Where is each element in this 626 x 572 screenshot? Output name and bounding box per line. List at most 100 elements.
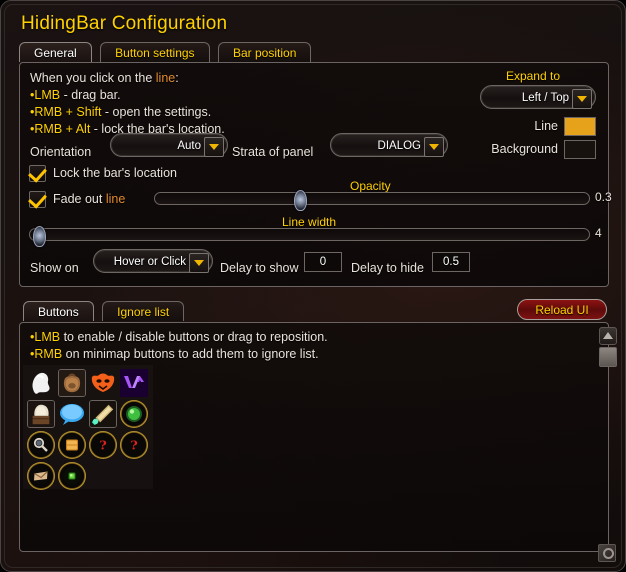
expand-to-dropdown[interactable]: Left / Top	[480, 85, 596, 109]
delay-to-show-input[interactable]: 0	[304, 252, 342, 272]
strata-value: DIALOG	[377, 140, 421, 152]
tab-bar-position[interactable]: Bar position	[218, 42, 312, 62]
icon-art	[32, 467, 50, 485]
question-mark-icon-2[interactable]: ?	[120, 431, 148, 459]
line-width-slider-thumb[interactable]	[33, 226, 47, 247]
orange-demon-head-icon[interactable]	[89, 369, 117, 397]
green-gem-icon[interactable]	[58, 462, 86, 490]
icon-art	[125, 405, 143, 423]
tab-ignore-list[interactable]: Ignore list	[102, 301, 185, 321]
icon-ring	[27, 431, 55, 459]
opacity-slider[interactable]	[154, 190, 590, 211]
tab-buttons[interactable]: Buttons	[23, 301, 94, 321]
opacity-value: 0.3	[595, 190, 612, 204]
icon-ring	[58, 462, 86, 490]
scroll-up-button[interactable]	[599, 327, 617, 345]
reload-ui-button[interactable]: Reload UI	[517, 299, 607, 320]
icon-art	[27, 400, 55, 428]
icon-ring	[27, 462, 55, 490]
orientation-dropdown[interactable]: Auto	[110, 133, 228, 157]
blue-chat-bubble-icon[interactable]	[58, 400, 86, 428]
chevron-down-icon[interactable]	[189, 253, 209, 273]
fade-out-checkbox[interactable]	[29, 191, 46, 208]
icon-art	[63, 436, 81, 454]
expand-to-label: Expand to	[505, 69, 560, 83]
scrollbar-thumb[interactable]	[599, 347, 617, 367]
icon-art	[58, 369, 86, 397]
general-settings-panel: When you click on the line: •LMB - drag …	[19, 62, 612, 287]
icon-ring	[58, 431, 86, 459]
icon-art: ?	[94, 436, 112, 454]
background-color-label: Background	[491, 142, 558, 156]
tab-button-settings[interactable]: Button settings	[100, 42, 210, 62]
orientation-label: Orientation	[30, 145, 92, 159]
purple-va-logo-icon[interactable]	[120, 369, 148, 397]
icon-art	[89, 369, 117, 397]
opacity-label: Opacity	[350, 179, 391, 193]
bottom-tab-strip: Buttons Ignore list	[23, 301, 188, 322]
line-width-value: 4	[595, 226, 602, 240]
resize-grip-icon[interactable]	[598, 544, 616, 562]
help-intro-prefix: When you click on the	[30, 71, 156, 85]
lock-location-checkbox[interactable]	[29, 165, 46, 182]
delay-to-hide-label: Delay to hide	[351, 261, 424, 275]
magnifying-glass-icon[interactable]	[27, 431, 55, 459]
icon-art	[32, 436, 50, 454]
help-key: LMB	[34, 330, 61, 344]
icon-art	[27, 369, 55, 397]
line-color-swatch[interactable]	[564, 117, 596, 136]
orientation-value: Auto	[177, 140, 201, 152]
green-orb-icon[interactable]	[120, 400, 148, 428]
minimap-button-grid: ??	[23, 365, 153, 490]
icon-art	[58, 400, 86, 428]
icon-art	[63, 467, 81, 485]
help-rest: - drag bar.	[60, 88, 121, 102]
page-title: HidingBar Configuration	[21, 13, 228, 34]
chevron-down-icon[interactable]	[424, 137, 444, 157]
parchment-scroll-icon[interactable]	[27, 400, 55, 428]
gem-rod-icon[interactable]	[89, 400, 117, 428]
tab-general[interactable]: General	[19, 42, 92, 62]
strata-dropdown[interactable]: DIALOG	[330, 133, 448, 157]
line-width-label: Line width	[282, 215, 337, 229]
leather-bag-icon[interactable]	[58, 369, 86, 397]
question-mark-icon[interactable]: ?	[89, 431, 117, 459]
top-tab-strip: General Button settings Bar position	[19, 42, 315, 63]
icon-art	[89, 400, 117, 428]
help-key: RMB	[34, 347, 63, 361]
help-line-rmb-shift: •RMB + Shift - open the settings.	[30, 105, 211, 119]
fade-out-label-keyword: line	[105, 192, 126, 206]
show-on-value: Hover or Click	[113, 256, 186, 268]
svg-text:?: ?	[130, 438, 137, 453]
icon-ring: ?	[120, 431, 148, 459]
show-on-dropdown[interactable]: Hover or Click	[93, 249, 213, 273]
tan-letter-icon[interactable]	[27, 462, 55, 490]
buttons-help-lmb: •LMB to enable / disable buttons or drag…	[30, 330, 328, 344]
buttons-help-rmb: •RMB on minimap buttons to add them to i…	[30, 347, 319, 361]
icon-ring: ?	[89, 431, 117, 459]
help-key: LMB	[34, 88, 61, 102]
icon-ring	[120, 400, 148, 428]
help-intro: When you click on the line:	[30, 71, 179, 85]
hidingbar-config-window: HidingBar Configuration General Button s…	[0, 0, 626, 572]
help-intro-keyword: line	[155, 71, 176, 85]
icon-art: ?	[125, 436, 143, 454]
chevron-down-icon[interactable]	[204, 137, 224, 157]
chevron-down-icon[interactable]	[572, 89, 592, 109]
help-key: RMB + Shift	[34, 105, 102, 119]
show-on-label: Show on	[30, 261, 79, 275]
background-color-swatch[interactable]	[564, 140, 596, 159]
delay-to-show-label: Delay to show	[220, 261, 299, 275]
lock-location-label: Lock the bar's location	[53, 166, 177, 180]
help-line-lmb: •LMB - drag bar.	[30, 88, 121, 102]
orange-tome-icon[interactable]	[58, 431, 86, 459]
line-width-slider[interactable]	[29, 226, 590, 247]
help-key: RMB + Alt	[34, 122, 91, 136]
help-rest: to enable / disable buttons or drag to r…	[60, 330, 328, 344]
help-intro-suffix: :	[175, 71, 179, 85]
icon-art	[120, 369, 148, 397]
delay-to-hide-input[interactable]: 0.5	[432, 252, 470, 272]
white-ghost-icon[interactable]	[27, 369, 55, 397]
opacity-slider-thumb[interactable]	[293, 190, 307, 211]
help-rest: on minimap buttons to add them to ignore…	[62, 347, 319, 361]
